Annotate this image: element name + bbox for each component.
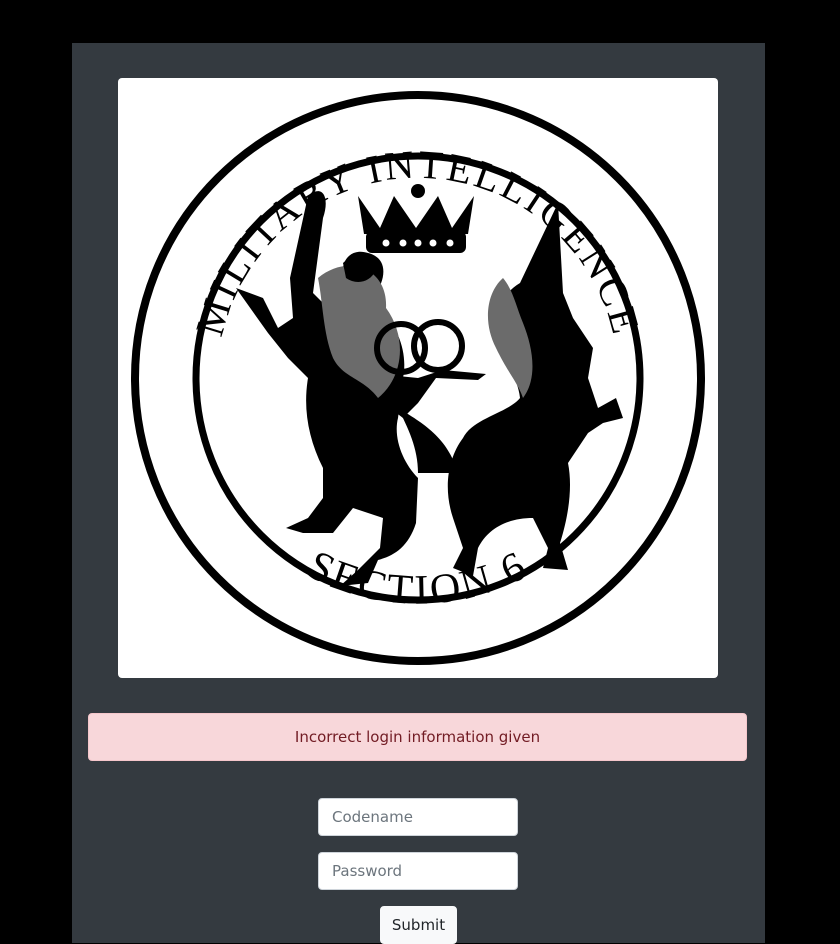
login-panel: MILITARY INTELLIGENCE SECTION 6 [72, 43, 765, 944]
submit-button[interactable]: Submit [380, 906, 457, 944]
codename-input[interactable] [318, 798, 518, 836]
password-input[interactable] [318, 852, 518, 890]
login-error-alert: Incorrect login information given [88, 713, 747, 761]
svg-text:SECTION 6: SECTION 6 [301, 542, 536, 614]
mi6-emblem-graphic: MILITARY INTELLIGENCE SECTION 6 [131, 91, 705, 665]
crown-icon [358, 184, 474, 253]
mi6-emblem: MILITARY INTELLIGENCE SECTION 6 [118, 78, 718, 678]
